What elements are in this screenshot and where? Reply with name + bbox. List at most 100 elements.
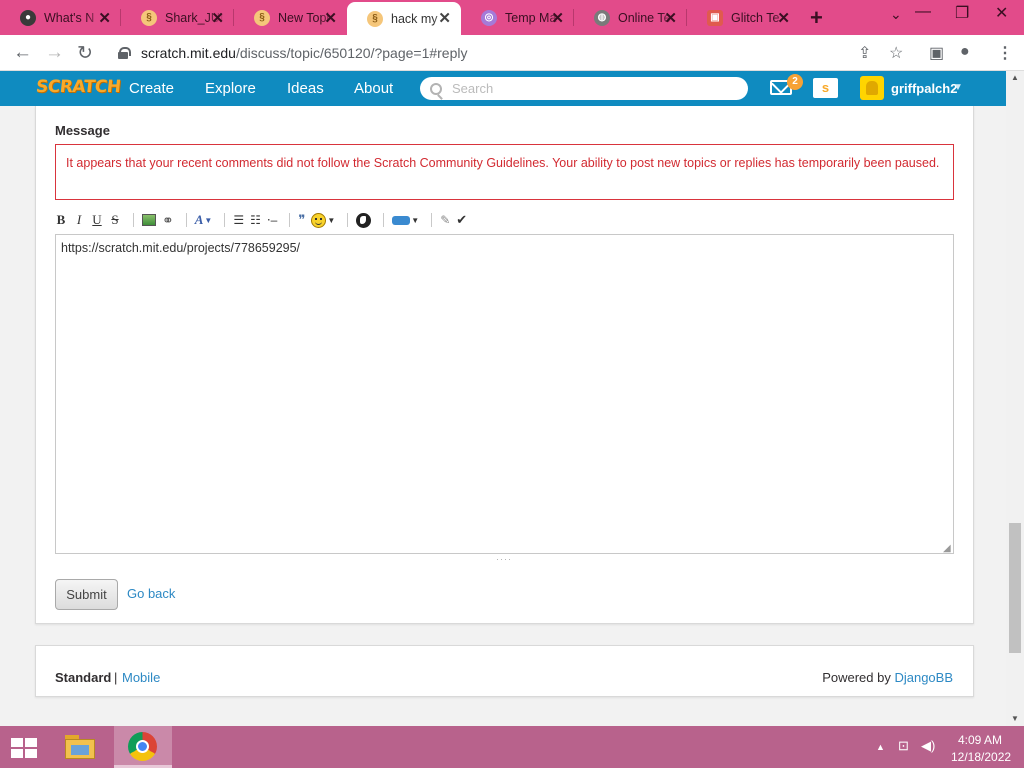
font-style-icon: A [194,212,204,227]
numbered-list-button[interactable]: ☷ [250,211,261,229]
profile-icon[interactable]: ● [960,43,970,61]
nav-about[interactable]: About [354,80,393,97]
underline-button[interactable]: U [91,211,103,229]
minimize-icon[interactable]: — [915,3,931,21]
list-item-icon: ⋅– [266,213,278,227]
clock-time[interactable]: 4:09 AM [958,733,1002,747]
resize-handle-icon[interactable]: ◢ [943,543,951,554]
browser-tab[interactable]: § New Topi ✕ [234,0,347,35]
checkmark-icon: ✔ [456,212,468,227]
globe-icon [356,212,372,228]
toolbar-divider [133,213,134,227]
scratch-logo[interactable]: SCRATCH [35,77,122,97]
chevron-down-icon[interactable]: ⌄ [890,6,902,23]
close-window-icon[interactable]: ✕ [995,3,1008,23]
toolbar-divider [383,213,385,227]
browser-tab-active[interactable]: § hack my ✕ [347,2,461,35]
page-content: Message It appears that your recent comm… [0,106,1006,726]
windows-taskbar: ▲ ⊡ ◀) 4:09 AM 12/18/2022 [0,726,1024,768]
search-box[interactable] [420,77,748,100]
search-input[interactable] [452,81,732,96]
globe-icon: ◍ [594,9,610,26]
nav-ideas[interactable]: Ideas [287,80,324,97]
browser-tab-strip: ● What's N ✕ § Shark_JUI ✕ § New Topi ✕ … [0,0,1024,35]
scroll-up-icon[interactable]: ▲ [1011,73,1019,82]
side-panel-icon[interactable]: ▣ [929,43,944,63]
menu-kebab-icon[interactable]: ⋮ [997,43,1013,63]
back-icon[interactable]: ← [13,42,32,64]
avatar[interactable] [860,76,884,100]
toolbar-divider [347,213,349,227]
close-tab-icon[interactable]: ✕ [438,9,451,27]
wiki-link-button[interactable] [356,211,372,229]
glitch-icon: ▣ [707,9,723,26]
browser-tab[interactable]: ● What's N ✕ [0,0,121,35]
username[interactable]: griffpalch2 [891,81,957,96]
tab-title: What's N [44,10,95,25]
font-size-button[interactable]: A ▼ [195,211,213,229]
quote-button[interactable]: ❞ [298,211,305,229]
windows-start-icon[interactable] [11,738,37,759]
scratch-navbar: SCRATCH Create Explore Ideas About 2 s g… [0,71,1006,106]
list-item-button[interactable]: ⋅– [267,211,278,229]
clock-date[interactable]: 12/18/2022 [951,750,1011,764]
reply-form: Message It appears that your recent comm… [35,106,974,624]
network-icon[interactable]: ⊡ [898,738,909,754]
message-label: Message [55,123,110,138]
insert-link-button[interactable]: ⚭ [162,211,174,229]
my-stuff-icon[interactable]: s [813,78,838,98]
bullet-list-button[interactable]: ☰ [233,211,244,229]
browser-tab[interactable]: § Shark_JUI ✕ [121,0,234,35]
message-editor[interactable]: https://scratch.mit.edu/projects/7786592… [55,234,954,554]
mobile-view-link[interactable]: Mobile [122,670,160,685]
reload-icon[interactable]: ↻ [77,42,93,65]
new-tab-icon[interactable]: + [810,5,823,31]
go-back-link[interactable]: Go back [127,586,175,601]
browser-tab[interactable]: ◎ Temp Ma ✕ [461,0,574,35]
close-tab-icon[interactable]: ✕ [777,9,790,27]
volume-icon[interactable]: ◀) [921,738,935,754]
preview-button[interactable]: ✔ [456,211,467,229]
bookmark-star-icon[interactable]: ☆ [889,43,903,63]
close-tab-icon[interactable]: ✕ [664,9,677,27]
share-icon[interactable]: ⇪ [858,43,871,63]
close-tab-icon[interactable]: ✕ [211,9,224,27]
strikethrough-button[interactable]: S [109,211,121,229]
scratchblocks-button[interactable]: ▼ [392,211,419,229]
close-tab-icon[interactable]: ✕ [324,9,337,27]
chevron-down-icon: ▼ [204,215,213,225]
vertical-scrollbar[interactable]: ▲ ▼ [1006,71,1024,726]
close-tab-icon[interactable]: ✕ [551,9,564,27]
close-tab-icon[interactable]: ✕ [98,9,111,27]
italic-button[interactable]: I [73,211,85,229]
chevron-down-icon[interactable]: ▼ [953,82,963,93]
quote-icon: ❞ [298,212,306,227]
submit-button[interactable]: Submit [55,579,118,610]
browser-toolbar: ← → ↻ scratch.mit.edu/discuss/topic/6501… [0,35,1024,71]
address-bar[interactable]: scratch.mit.edu/discuss/topic/650120/?pa… [106,39,846,67]
guidelines-warning: It appears that your recent comments did… [55,144,954,200]
grip-icon[interactable]: ···· [496,554,512,564]
toolbar-divider [431,213,433,227]
numbered-list-icon: ☷ [250,213,261,227]
browser-tab[interactable]: ◍ Online Te ✕ [574,0,687,35]
github-icon: ● [20,9,36,26]
file-explorer-icon[interactable] [62,731,98,763]
nav-create[interactable]: Create [129,80,174,97]
clean-button[interactable]: ✎ [440,211,450,229]
search-icon [430,82,442,95]
bold-button[interactable]: B [55,211,67,229]
show-hidden-icons-icon[interactable]: ▲ [876,742,885,752]
scrollbar-thumb[interactable] [1009,523,1021,653]
smiley-button[interactable]: ▼ [311,211,335,229]
chrome-taskbar-button[interactable] [114,726,172,768]
browser-tab[interactable]: ▣ Glitch Te ✕ [687,0,800,35]
restore-icon[interactable]: ❐ [955,3,969,23]
djangobb-link[interactable]: DjangoBB [894,670,953,685]
insert-image-button[interactable] [142,211,156,229]
forward-icon[interactable]: → [45,42,64,64]
url-host: scratch.mit.edu [141,45,236,61]
nav-explore[interactable]: Explore [205,80,256,97]
scroll-down-icon[interactable]: ▼ [1011,714,1019,723]
eraser-icon: ✎ [440,213,451,227]
